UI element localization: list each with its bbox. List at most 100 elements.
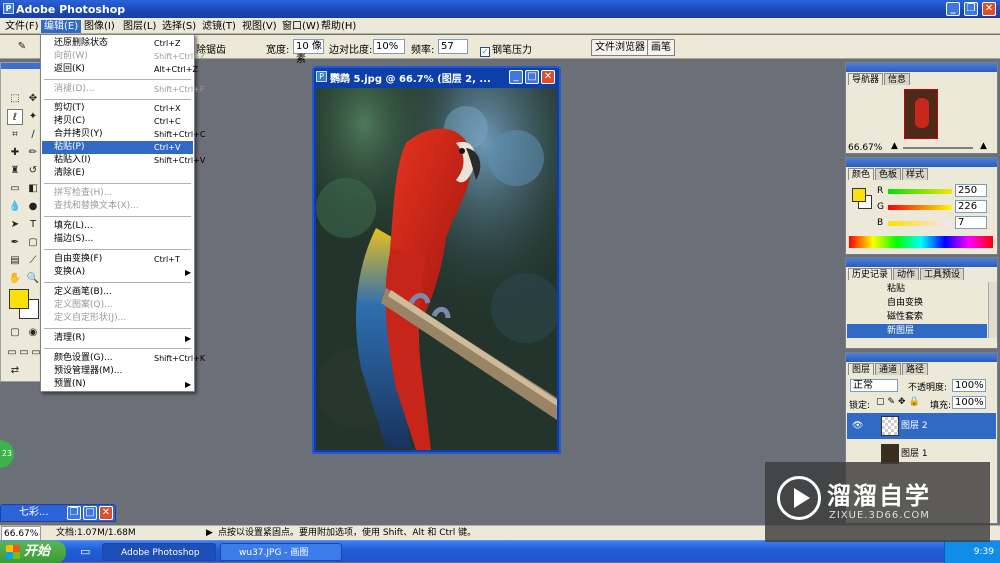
- menu-item-clear[interactable]: 清除(E): [42, 167, 193, 180]
- magic-wand-icon[interactable]: ✦: [25, 109, 41, 125]
- menu-item-cut[interactable]: 剪切(T) Ctrl+X: [42, 102, 193, 115]
- dodge-icon[interactable]: ●: [25, 199, 41, 215]
- brushes-tab[interactable]: 画笔: [647, 39, 675, 56]
- restore-button[interactable]: ❐: [964, 2, 978, 16]
- contrast-input[interactable]: 10%: [373, 39, 405, 54]
- hand-icon[interactable]: ✋: [7, 271, 23, 287]
- quick-mask-icon[interactable]: ◉: [25, 325, 41, 341]
- tab-layers[interactable]: 图层: [848, 363, 875, 375]
- navigator-thumbnail[interactable]: [904, 89, 938, 139]
- blur-icon[interactable]: 💧: [7, 199, 23, 215]
- close-button[interactable]: ✕: [982, 2, 996, 16]
- history-item[interactable]: 粘贴: [847, 282, 987, 296]
- menu-layer[interactable]: 图层(L): [120, 20, 159, 33]
- gradient-icon[interactable]: ◧: [25, 181, 41, 197]
- color-ramp[interactable]: [849, 236, 993, 248]
- width-input[interactable]: 10 像素: [293, 39, 324, 65]
- standard-mode-icon[interactable]: ▢: [7, 325, 23, 341]
- minimize-button[interactable]: _: [946, 2, 960, 16]
- menu-item-fill[interactable]: 填充(L)...: [42, 220, 193, 233]
- blend-mode-select[interactable]: 正常: [850, 379, 898, 392]
- menu-item-purge[interactable]: 清理(R) ▶: [42, 332, 193, 345]
- eyedropper-icon[interactable]: ⟋: [25, 253, 41, 269]
- r-slider[interactable]: [888, 189, 952, 194]
- taskbar-paint[interactable]: wu37.JPG - 画图: [220, 543, 342, 561]
- doc-close-button[interactable]: ✕: [541, 70, 555, 84]
- healing-brush-icon[interactable]: ✚: [7, 145, 23, 161]
- g-slider[interactable]: [888, 205, 952, 210]
- menu-item-paste[interactable]: 粘贴(P) Ctrl+V: [42, 141, 193, 154]
- menu-item-preset-manager[interactable]: 预设管理器(M)...: [42, 365, 193, 378]
- parrot-photo[interactable]: [316, 88, 557, 450]
- frequency-input[interactable]: 57: [438, 39, 468, 54]
- menu-item-transform[interactable]: 变换(A) ▶: [42, 266, 193, 279]
- minimized-document[interactable]: 七彩... ❐ □ ✕: [0, 504, 116, 522]
- floating-badge[interactable]: 23: [0, 440, 14, 468]
- menu-item-define-pattern[interactable]: 定义图案(Q)...: [42, 299, 193, 312]
- taskbar-photoshop[interactable]: Adobe Photoshop: [102, 543, 216, 561]
- pen-icon[interactable]: ✒: [7, 235, 23, 251]
- tab-swatches[interactable]: 色板: [875, 168, 902, 180]
- tab-tool-presets[interactable]: 工具预设: [920, 268, 965, 280]
- b-input[interactable]: 7: [955, 216, 987, 229]
- menu-item-copy-merged[interactable]: 合并拷贝(Y) Shift+Ctrl+C: [42, 128, 205, 141]
- menu-window[interactable]: 窗口(W): [279, 20, 323, 33]
- menu-item-define-brush[interactable]: 定义画笔(B)...: [42, 286, 193, 299]
- menu-item-step-back[interactable]: 返回(K) Alt+Ctrl+Z: [42, 63, 198, 76]
- clock[interactable]: 9:39: [974, 547, 994, 557]
- g-input[interactable]: 226: [955, 200, 987, 213]
- fill-input[interactable]: 100%: [952, 396, 986, 409]
- type-icon[interactable]: T: [25, 217, 41, 233]
- menu-item-define-shape[interactable]: 定义自定形状(J)...: [42, 312, 193, 325]
- menu-item-paste-into[interactable]: 粘贴入(I) Shift+Ctrl+V: [42, 154, 205, 167]
- move-icon[interactable]: ✥: [25, 91, 41, 107]
- r-input[interactable]: 250: [955, 184, 987, 197]
- brush-icon[interactable]: ✏: [25, 145, 41, 161]
- status-doc-size[interactable]: 文档:1.07M/1.68M: [56, 526, 136, 540]
- menu-item-preferences[interactable]: 预置(N) ▶: [42, 378, 193, 391]
- menu-item-spell-check[interactable]: 拼写检查(H)...: [42, 187, 193, 200]
- document-window[interactable]: P 鹦鹉 5.jpg @ 66.7% (图层 2, ... _ □ ✕: [312, 66, 561, 454]
- menu-file[interactable]: 文件(F): [2, 20, 42, 33]
- notes-icon[interactable]: ▤: [7, 253, 23, 269]
- menu-item-step-forward[interactable]: 向前(W) Shift+Ctrl+Z: [42, 50, 205, 63]
- menu-edit[interactable]: 编辑(E): [41, 20, 82, 33]
- menu-item-copy[interactable]: 拷贝(C) Ctrl+C: [42, 115, 193, 128]
- file-browser-tab[interactable]: 文件浏览器: [591, 39, 649, 56]
- doc-minimize-button[interactable]: _: [509, 70, 523, 84]
- menu-item-fade[interactable]: 消褪(D)... Shift+Ctrl+F: [42, 83, 204, 96]
- history-item-selected[interactable]: 新图层: [847, 324, 987, 338]
- start-button[interactable]: 开始: [0, 541, 66, 563]
- eraser-icon[interactable]: ▭: [7, 181, 23, 197]
- slice-icon[interactable]: ∕: [25, 127, 41, 143]
- min-maximize-button[interactable]: □: [83, 506, 97, 520]
- zoom-icon[interactable]: 🔍: [25, 271, 41, 287]
- tab-color[interactable]: 颜色: [848, 168, 875, 180]
- crop-icon[interactable]: ⌗: [7, 127, 23, 143]
- marquee-icon[interactable]: ⬚: [7, 91, 23, 107]
- menu-item-stroke[interactable]: 描边(S)...: [42, 233, 193, 246]
- min-restore-button[interactable]: ❐: [67, 506, 81, 520]
- menu-select[interactable]: 选择(S): [159, 20, 199, 33]
- tab-actions[interactable]: 动作: [893, 268, 920, 280]
- color-foreground-swatch[interactable]: [852, 188, 866, 202]
- history-item[interactable]: 自由变换: [847, 296, 987, 310]
- tab-history[interactable]: 历史记录: [848, 268, 893, 280]
- history-scrollbar[interactable]: [988, 282, 997, 338]
- tab-navigator[interactable]: 导航器: [848, 73, 884, 85]
- quicklaunch-icon[interactable]: ▭: [80, 545, 90, 558]
- zoom-in-icon[interactable]: ▲: [980, 141, 987, 151]
- history-item[interactable]: 磁性套索: [847, 310, 987, 324]
- magnetic-lasso-icon[interactable]: ✎: [14, 39, 30, 55]
- tab-styles[interactable]: 样式: [902, 168, 929, 180]
- tab-info[interactable]: 信息: [884, 73, 911, 85]
- menu-item-free-transform[interactable]: 自由变换(F) Ctrl+T: [42, 253, 193, 266]
- b-slider[interactable]: [888, 221, 952, 226]
- lock-icons[interactable]: ▢✎✥🔒: [876, 397, 923, 407]
- menu-image[interactable]: 图像(I): [81, 20, 118, 33]
- menu-view[interactable]: 视图(V): [239, 20, 280, 33]
- pen-pressure-checkbox[interactable]: ✓ 钢笔压力: [480, 41, 532, 57]
- menu-help[interactable]: 帮助(H): [318, 20, 359, 33]
- zoom-slider[interactable]: [903, 147, 973, 149]
- layer-row-selected[interactable]: 👁 图层 2: [847, 413, 996, 439]
